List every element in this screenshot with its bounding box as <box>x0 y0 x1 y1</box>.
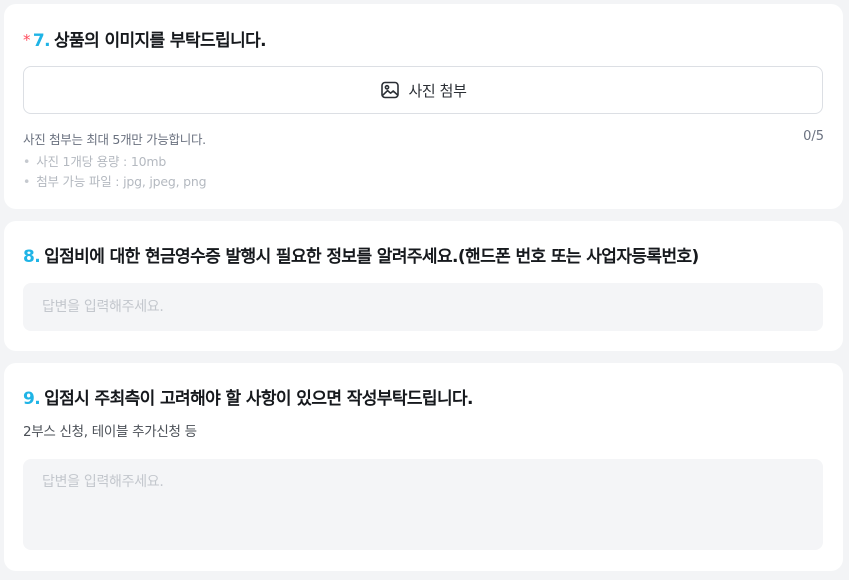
required-asterisk: * <box>23 31 30 49</box>
question-title: * 7. 상품의 이미지를 부탁드립니다. <box>23 26 267 51</box>
answer-input[interactable] <box>23 283 823 331</box>
question-number: 8. <box>23 247 41 267</box>
question-text: 상품의 이미지를 부탁드립니다. <box>54 31 267 51</box>
question-description: 2부스 신청, 테이블 추가신청 등 <box>23 424 197 440</box>
question-number: 7. <box>32 31 51 51</box>
question-card-8: 8. 입점비에 대한 현금영수증 발행시 필요한 정보를 알려주세요.(핸드폰 번… <box>4 221 843 351</box>
photo-upload-button[interactable]: 사진 첨부 <box>23 66 823 114</box>
upload-rule-size: 사진 1개당 용량 : 10mb <box>23 152 206 172</box>
answer-textarea[interactable] <box>23 459 823 550</box>
question-number: 9. <box>23 389 41 409</box>
question-card-9: 9. 입점시 주최측이 고려해야 할 사항이 있으면 작성부탁드립니다. 2부스 … <box>4 363 843 571</box>
question-title: 8. 입점비에 대한 현금영수증 발행시 필요한 정보를 알려주세요.(핸드폰 번… <box>23 242 699 267</box>
image-icon <box>380 80 400 100</box>
question-title: 9. 입점시 주최측이 고려해야 할 사항이 있으면 작성부탁드립니다. <box>23 384 474 409</box>
question-text: 입점시 주최측이 고려해야 할 사항이 있으면 작성부탁드립니다. <box>44 389 473 409</box>
upload-rules-list: 사진 1개당 용량 : 10mb 첨부 가능 파일 : jpg, jpeg, p… <box>23 152 206 192</box>
question-card-7: * 7. 상품의 이미지를 부탁드립니다. 사진 첨부 사진 첨부는 최대 5개만 … <box>4 4 843 209</box>
upload-limit-note: 사진 첨부는 최대 5개만 가능합니다. <box>23 132 206 147</box>
question-text: 입점비에 대한 현금영수증 발행시 필요한 정보를 알려주세요.(핸드폰 번호 … <box>44 247 699 267</box>
upload-button-label: 사진 첨부 <box>408 81 467 100</box>
upload-count: 0/5 <box>803 129 824 144</box>
upload-rule-types: 첨부 가능 파일 : jpg, jpeg, png <box>23 172 206 192</box>
